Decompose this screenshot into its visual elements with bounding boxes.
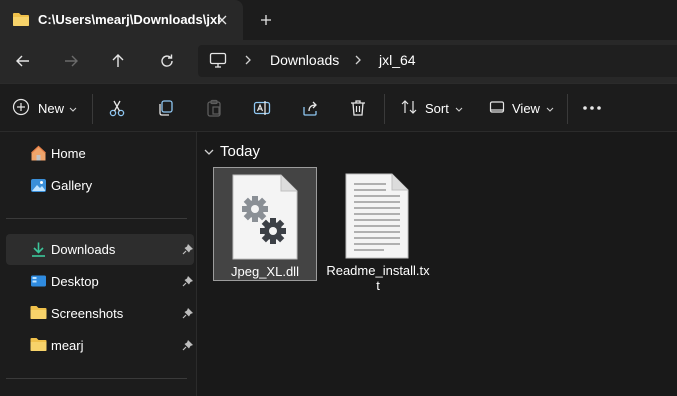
toolbar-divider bbox=[567, 94, 568, 124]
arrow-right-icon[interactable] bbox=[55, 45, 87, 77]
file-list: Today Jpeg_XL.dll Readme_install.tx t bbox=[197, 132, 677, 396]
file-item-jpeg-xl-dll[interactable]: Jpeg_XL.dll bbox=[213, 167, 317, 281]
view-icon bbox=[489, 99, 505, 118]
view-button-label: View bbox=[512, 100, 540, 116]
computer-icon bbox=[209, 52, 227, 72]
refresh-icon[interactable] bbox=[151, 45, 183, 77]
chevron-down-icon bbox=[455, 101, 463, 116]
chevron-right-icon bbox=[243, 53, 253, 70]
sidebar-item-home[interactable]: Home bbox=[6, 138, 194, 169]
sidebar-item-label: Screenshots bbox=[51, 306, 124, 321]
copy-icon[interactable] bbox=[157, 94, 175, 122]
sidebar-item-label: Gallery bbox=[51, 178, 93, 193]
toolbar-divider bbox=[384, 94, 385, 124]
sort-button-label: Sort bbox=[425, 100, 449, 116]
folder-icon bbox=[30, 337, 47, 354]
file-name-line: Readme_install.tx bbox=[326, 263, 430, 278]
command-bar: New Sort View bbox=[0, 83, 677, 132]
sidebar-item-label: mearj bbox=[51, 338, 84, 353]
tab-title: C:\Users\mearj\Downloads\jxl bbox=[38, 12, 221, 27]
share-icon[interactable] bbox=[301, 94, 319, 122]
toolbar-divider bbox=[92, 94, 93, 124]
group-header[interactable]: Today bbox=[220, 143, 260, 160]
sidebar-item-desktop[interactable]: Desktop bbox=[6, 266, 194, 297]
cut-icon[interactable] bbox=[108, 94, 126, 122]
text-file-icon bbox=[344, 172, 410, 263]
pin-icon[interactable] bbox=[182, 275, 194, 287]
new-button-label: New bbox=[38, 100, 65, 116]
navigation-pane: Home Gallery Downloads Desktop Screensho… bbox=[0, 132, 197, 396]
gallery-icon bbox=[30, 177, 47, 194]
rename-icon[interactable] bbox=[253, 94, 271, 122]
folder-icon bbox=[30, 305, 47, 322]
paste-icon[interactable] bbox=[205, 94, 223, 122]
sidebar-item-label: Downloads bbox=[51, 242, 116, 257]
file-name: Jpeg_XL.dll bbox=[231, 264, 299, 279]
file-name-line: t bbox=[376, 278, 380, 293]
title-bar: C:\Users\mearj\Downloads\jxl bbox=[0, 0, 677, 40]
pin-icon[interactable] bbox=[182, 307, 194, 319]
navigation-bar: Downloads jxl_64 bbox=[0, 40, 677, 83]
close-icon[interactable] bbox=[210, 9, 234, 31]
folder-icon bbox=[12, 12, 30, 30]
sidebar-item-mearj[interactable]: mearj bbox=[6, 330, 194, 361]
breadcrumb-downloads[interactable]: Downloads bbox=[270, 52, 339, 68]
pin-icon[interactable] bbox=[182, 243, 194, 255]
file-name: Readme_install.tx t bbox=[326, 263, 430, 293]
sidebar-item-screenshots[interactable]: Screenshots bbox=[6, 298, 194, 329]
download-icon bbox=[30, 241, 47, 258]
chevron-right-icon bbox=[353, 53, 363, 70]
desktop-icon bbox=[30, 273, 47, 290]
home-icon bbox=[30, 145, 47, 162]
more-icon[interactable] bbox=[582, 94, 602, 122]
sidebar-item-label: Desktop bbox=[51, 274, 99, 289]
file-item-readme-install-txt[interactable]: Readme_install.tx t bbox=[326, 167, 430, 293]
sidebar-divider bbox=[6, 218, 187, 219]
arrow-left-icon[interactable] bbox=[7, 45, 39, 77]
plus-icon[interactable] bbox=[254, 9, 278, 31]
sidebar-item-gallery[interactable]: Gallery bbox=[6, 170, 194, 201]
sort-icon bbox=[401, 99, 417, 118]
sidebar-item-downloads[interactable]: Downloads bbox=[6, 234, 194, 265]
new-button[interactable]: New bbox=[12, 94, 77, 122]
address-bar[interactable]: Downloads jxl_64 bbox=[198, 45, 677, 77]
pin-icon[interactable] bbox=[182, 339, 194, 351]
arrow-up-icon[interactable] bbox=[102, 45, 134, 77]
delete-icon[interactable] bbox=[349, 94, 367, 122]
chevron-down-icon bbox=[69, 101, 77, 116]
dll-file-icon bbox=[231, 173, 299, 264]
sidebar-divider bbox=[6, 378, 187, 379]
sort-button[interactable]: Sort bbox=[401, 94, 463, 122]
chevron-down-icon[interactable] bbox=[203, 145, 215, 160]
browser-tab[interactable]: C:\Users\mearj\Downloads\jxl bbox=[0, 0, 243, 40]
plus-circle-icon bbox=[12, 98, 30, 119]
view-button[interactable]: View bbox=[489, 94, 554, 122]
breadcrumb-jxl-64[interactable]: jxl_64 bbox=[379, 52, 416, 68]
chevron-down-icon bbox=[546, 101, 554, 116]
sidebar-item-label: Home bbox=[51, 146, 86, 161]
